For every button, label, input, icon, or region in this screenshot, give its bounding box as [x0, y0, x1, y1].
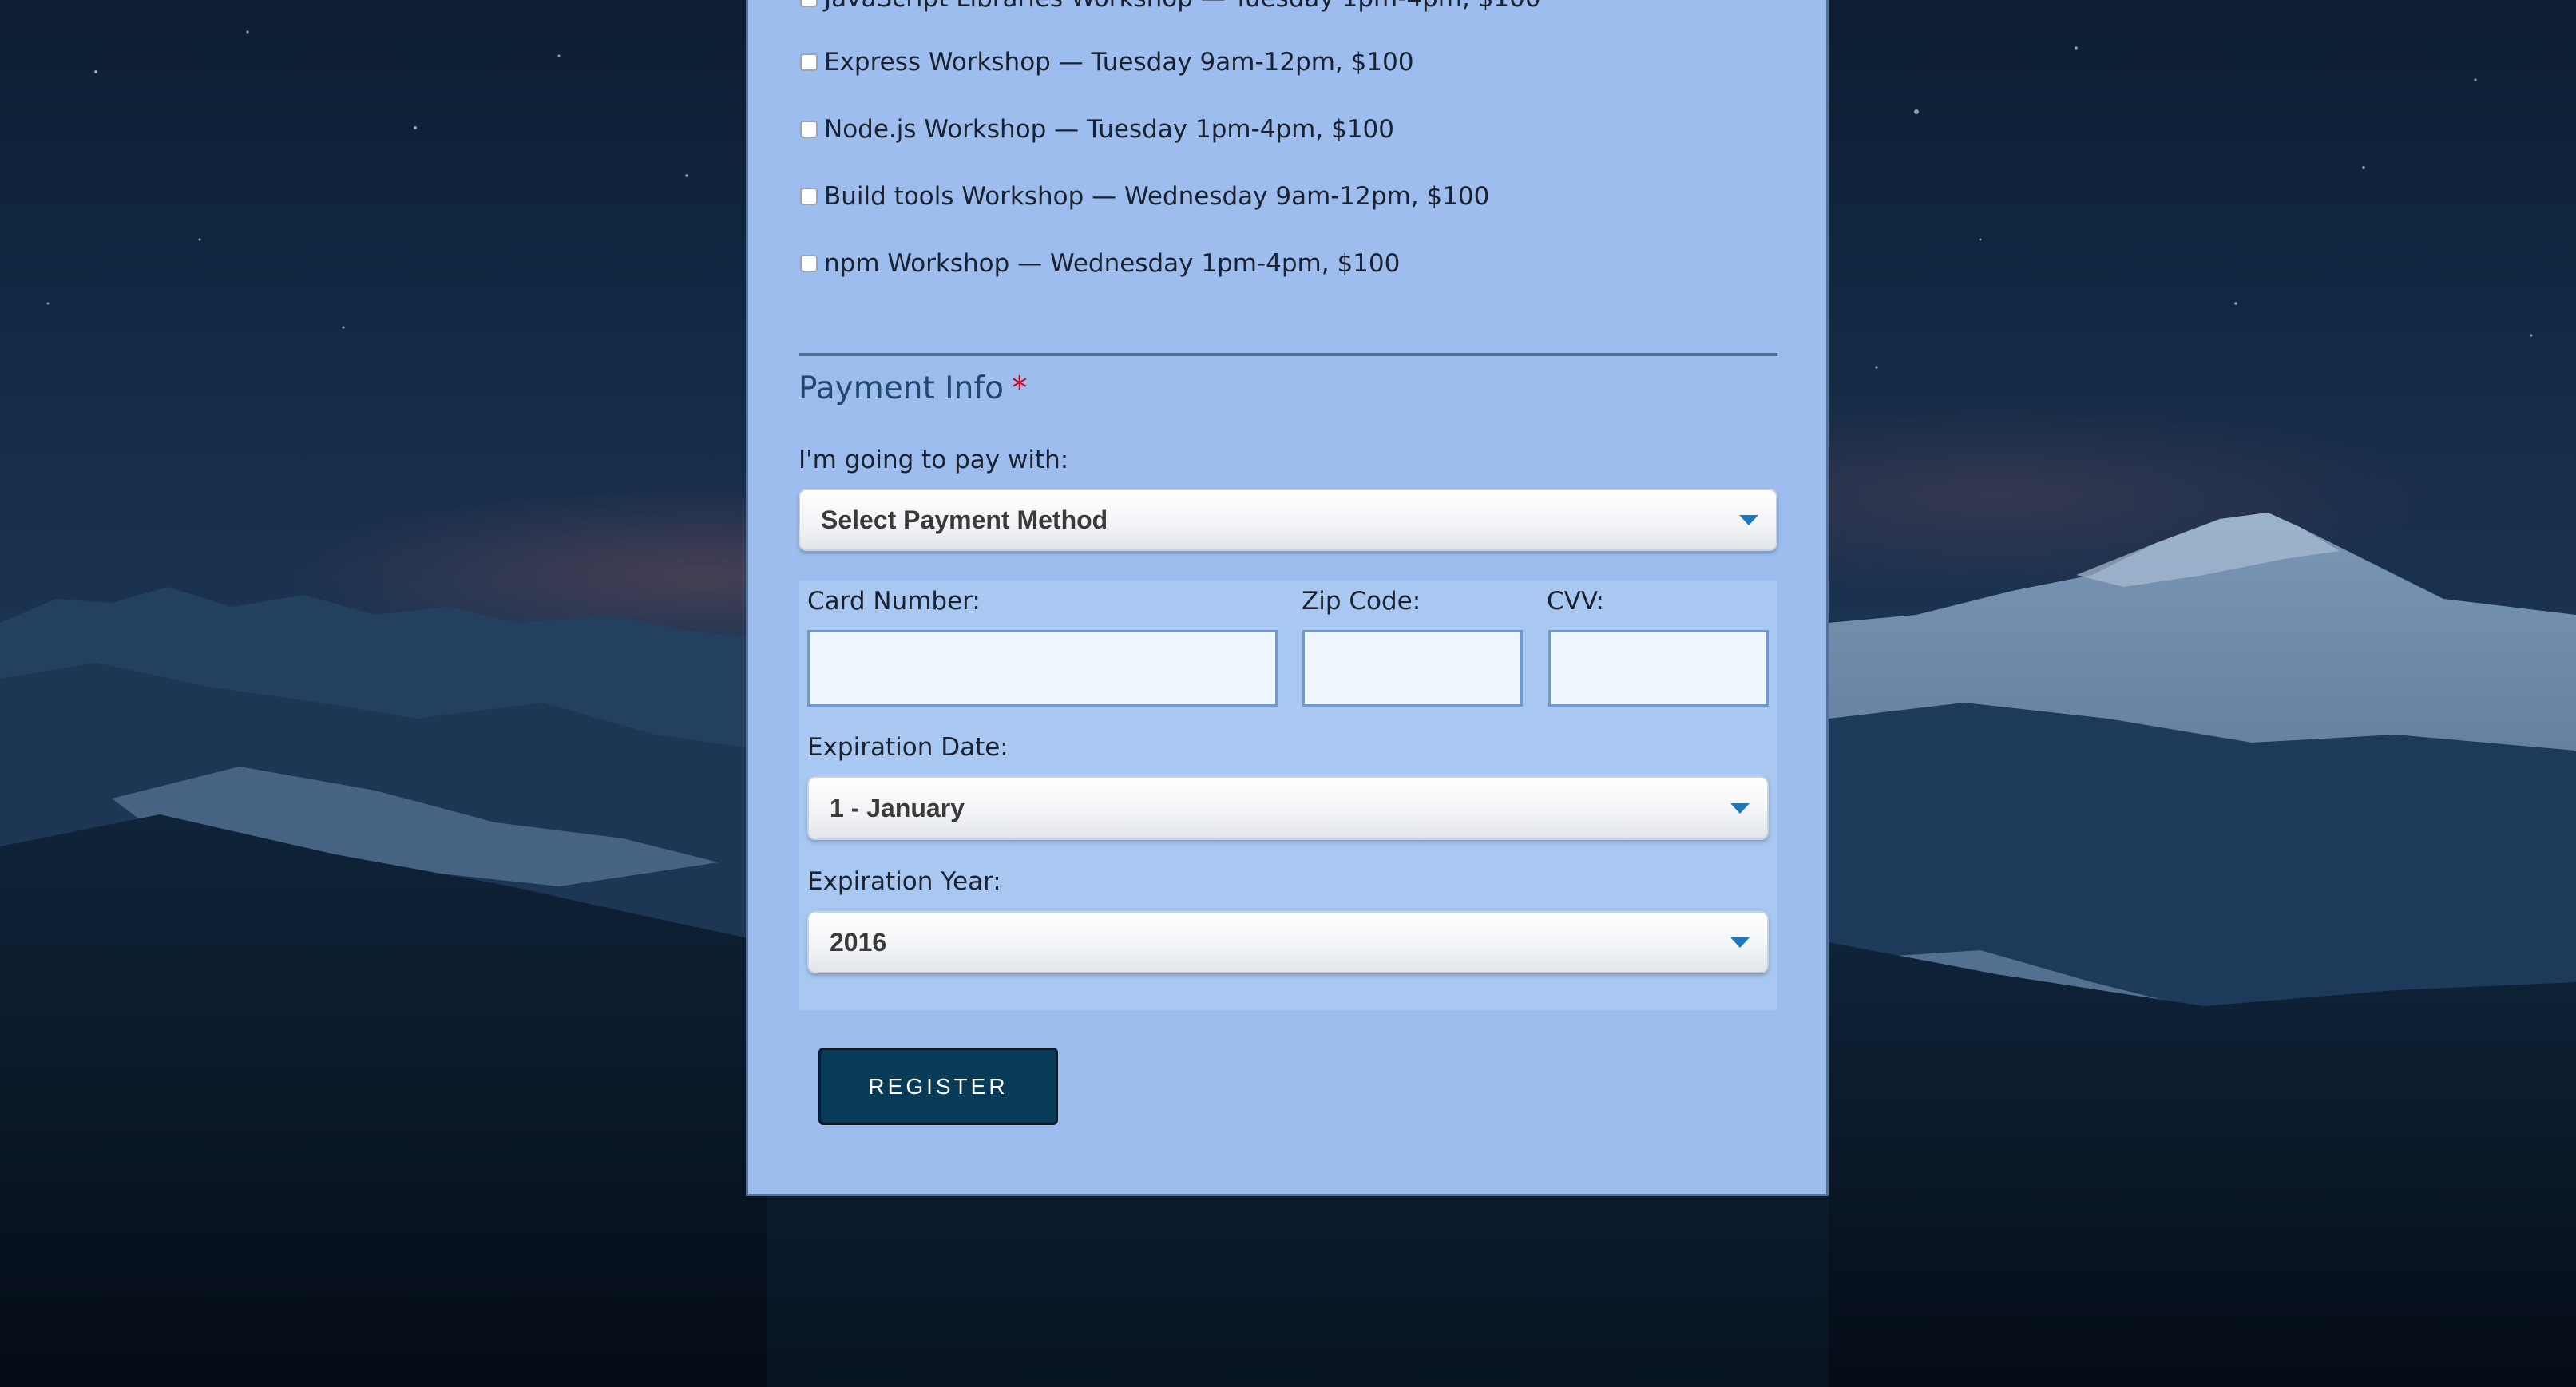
- payment-method-select[interactable]: Select Payment Method: [799, 489, 1777, 551]
- checkbox-icon[interactable]: [800, 255, 818, 272]
- chevron-down-icon: [1730, 937, 1750, 948]
- zip-code-label: Zip Code:: [1302, 587, 1421, 616]
- expiration-month-value: 1 - January: [830, 793, 965, 822]
- checkbox-icon[interactable]: [800, 188, 818, 205]
- cvv-label: CVV:: [1547, 587, 1604, 616]
- cvv-field[interactable]: [1548, 630, 1769, 707]
- chevron-down-icon: [1739, 515, 1758, 525]
- card-number-label: Card Number:: [807, 587, 981, 616]
- workshop-label: Build tools Workshop — Wednesday 9am-12p…: [824, 182, 1490, 211]
- required-marker: *: [1011, 371, 1028, 406]
- zip-code-field[interactable]: [1302, 630, 1523, 707]
- checkbox-icon[interactable]: [800, 53, 818, 71]
- pay-with-label: I'm going to pay with:: [799, 446, 1069, 474]
- workshop-option-nodejs[interactable]: Node.js Workshop — Tuesday 1pm-4pm, $100: [800, 113, 1394, 145]
- payment-method-value: Select Payment Method: [821, 505, 1108, 534]
- expiration-year-select[interactable]: 2016: [807, 911, 1769, 973]
- payment-info-legend: Payment Info *: [799, 371, 1027, 406]
- workshop-label: Node.js Workshop — Tuesday 1pm-4pm, $100: [824, 115, 1394, 144]
- card-number-field[interactable]: [807, 630, 1278, 707]
- payment-info-title: Payment Info: [799, 371, 1004, 406]
- workshop-option-build-tools[interactable]: Build tools Workshop — Wednesday 9am-12p…: [800, 180, 1489, 212]
- workshop-option-javascript-libraries[interactable]: JavaScript Libraries Workshop — Tuesday …: [800, 0, 1541, 14]
- workshop-label: JavaScript Libraries Workshop — Tuesday …: [824, 0, 1541, 13]
- section-divider: [799, 353, 1777, 356]
- chevron-down-icon: [1730, 803, 1750, 814]
- checkbox-icon[interactable]: [800, 121, 818, 138]
- workshop-label: Express Workshop — Tuesday 9am-12pm, $10…: [824, 48, 1414, 77]
- expiration-year-label: Expiration Year:: [807, 867, 1001, 896]
- expiration-month-select[interactable]: 1 - January: [807, 776, 1769, 840]
- register-button[interactable]: REGISTER: [818, 1048, 1058, 1125]
- expiration-year-value: 2016: [830, 927, 887, 957]
- expiration-date-label: Expiration Date:: [807, 733, 1009, 762]
- workshop-option-npm[interactable]: npm Workshop — Wednesday 1pm-4pm, $100: [800, 248, 1400, 279]
- workshop-option-express[interactable]: Express Workshop — Tuesday 9am-12pm, $10…: [800, 46, 1414, 78]
- checkbox-icon[interactable]: [800, 0, 818, 7]
- workshop-label: npm Workshop — Wednesday 1pm-4pm, $100: [824, 249, 1401, 278]
